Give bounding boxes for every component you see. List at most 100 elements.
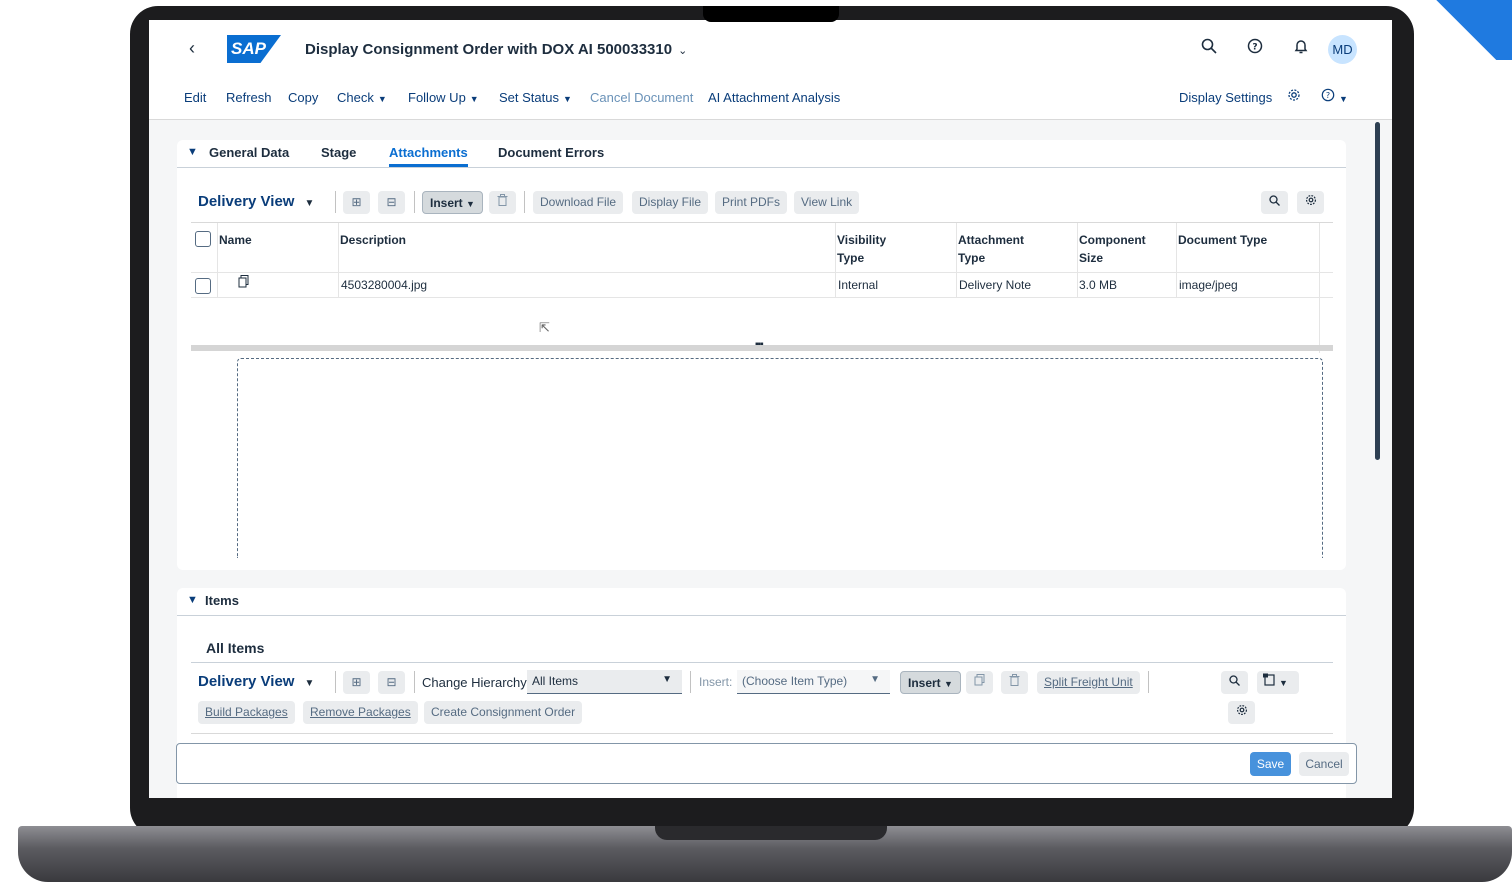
search-icon[interactable] — [1221, 671, 1248, 694]
collapse-all-icon[interactable]: ⊟ — [378, 671, 405, 694]
collapse-icon[interactable]: ▼ — [187, 146, 198, 158]
column-divider — [217, 223, 218, 297]
vertical-scrollbar[interactable] — [1375, 122, 1380, 460]
drag-handle-icon[interactable]: ▪▪▪ — [755, 339, 764, 350]
resize-splitter[interactable]: ▪▪▪ — [191, 339, 1333, 351]
collapse-all-icon[interactable]: ⊟ — [378, 191, 405, 214]
sap-logo[interactable]: SAP — [227, 35, 281, 63]
column-header-attachment-type[interactable]: Attachment Type — [958, 231, 1024, 267]
chevron-down-icon: ▼ — [377, 94, 387, 104]
settings-icon[interactable] — [1228, 701, 1255, 724]
chevron-down-icon: ▼ — [1279, 678, 1288, 688]
column-header-description[interactable]: Description — [340, 231, 406, 249]
toolbar-divider — [335, 671, 336, 693]
download-file-button[interactable]: Download File — [533, 191, 624, 214]
tab-document-errors[interactable]: Document Errors — [498, 145, 604, 160]
view-link-button[interactable]: View Link — [794, 191, 860, 214]
row-checkbox[interactable] — [195, 278, 211, 294]
header-line: Type — [958, 251, 986, 265]
column-divider — [1319, 223, 1320, 353]
chevron-down-icon: ▼ — [562, 94, 572, 104]
header-line: Type — [837, 251, 865, 265]
cancel-document-button[interactable]: Cancel Document — [590, 90, 693, 105]
toolbar-divider — [335, 191, 336, 213]
select-all-checkbox[interactable] — [195, 231, 211, 247]
chevron-down-icon: ▼ — [304, 198, 315, 209]
header-line: Component — [1079, 233, 1146, 247]
build-packages-button[interactable]: Build Packages — [198, 701, 295, 724]
ai-attachment-analysis-button[interactable]: AI Attachment Analysis — [708, 90, 840, 105]
attachments-section: ▼ General Data Stage Attachments Documen… — [177, 140, 1346, 570]
app-screen: ‹ SAP Display Consignment Order with DOX… — [149, 20, 1392, 798]
row-description[interactable]: 4503280004.jpg — [341, 278, 427, 292]
help-menu-icon[interactable]: ? ▼ — [1321, 88, 1348, 105]
column-divider — [338, 223, 339, 297]
toolbar-divider — [1148, 671, 1149, 693]
search-icon[interactable] — [1261, 191, 1288, 214]
row-divider — [191, 272, 1333, 273]
view-selector[interactable]: Delivery View ▼ — [198, 673, 314, 690]
chevron-down-icon: ▼ — [662, 674, 672, 685]
back-icon[interactable]: ‹ — [189, 38, 195, 59]
expand-all-icon[interactable]: ⊞ — [343, 191, 370, 214]
save-button[interactable]: Save — [1250, 752, 1291, 776]
help-icon[interactable]: ? — [1247, 38, 1263, 59]
avatar[interactable]: MD — [1328, 35, 1357, 64]
export-menu-icon[interactable]: ▼ — [1257, 671, 1299, 694]
svg-text:?: ? — [1326, 91, 1330, 100]
gear-icon[interactable] — [1287, 88, 1301, 105]
edit-button[interactable]: Edit — [184, 90, 206, 105]
column-header-name[interactable]: Name — [219, 231, 252, 249]
header-line: Attachment — [958, 233, 1025, 247]
row-visibility-type: Internal — [838, 278, 879, 292]
search-icon[interactable] — [1201, 38, 1217, 59]
view-selector-label: Delivery View — [198, 193, 295, 210]
check-menu-button[interactable]: Check ▼ — [337, 90, 387, 105]
svg-text:?: ? — [1252, 43, 1257, 53]
column-divider — [1077, 223, 1078, 297]
follow-up-menu-button[interactable]: Follow Up ▼ — [408, 90, 479, 105]
app-title-text: Display Consignment Order with DOX AI 50… — [305, 41, 673, 58]
trash-icon[interactable] — [489, 191, 516, 214]
display-file-button[interactable]: Display File — [632, 191, 709, 214]
tab-stage[interactable]: Stage — [321, 145, 356, 160]
app-title[interactable]: Display Consignment Order with DOX AI 50… — [305, 41, 687, 58]
view-selector[interactable]: Delivery View ▼ — [198, 193, 314, 210]
copy-button[interactable]: Copy — [288, 90, 318, 105]
refresh-button[interactable]: Refresh — [226, 90, 272, 105]
column-header-component-size[interactable]: Component Size — [1079, 231, 1146, 267]
trash-icon[interactable] — [1001, 671, 1028, 694]
header-line: Size — [1079, 251, 1104, 265]
attachment-file-icon[interactable] — [238, 275, 250, 291]
chevron-down-icon: ▼ — [870, 674, 880, 685]
display-settings-button[interactable]: Display Settings — [1179, 90, 1272, 105]
set-status-menu-button[interactable]: Set Status ▼ — [499, 90, 572, 105]
section-tabs: ▼ General Data Stage Attachments Documen… — [177, 140, 1346, 168]
expand-all-icon[interactable]: ⊞ — [343, 671, 370, 694]
item-type-select[interactable]: (Choose Item Type) ▼ — [737, 670, 890, 694]
laptop-base-cutout — [655, 826, 887, 840]
split-freight-unit-button[interactable]: Split Freight Unit — [1037, 671, 1140, 694]
cancel-button[interactable]: Cancel — [1299, 752, 1349, 776]
bell-icon[interactable] — [1293, 38, 1309, 59]
header-line: Visibility — [837, 233, 887, 247]
insert-label: Insert: — [699, 675, 733, 689]
tab-general-data[interactable]: General Data — [209, 145, 289, 160]
items-subtitle: All Items — [206, 640, 265, 656]
insert-menu-button[interactable]: Insert ▼ — [422, 191, 483, 214]
remove-packages-button[interactable]: Remove Packages — [303, 701, 418, 724]
create-consignment-order-button[interactable]: Create Consignment Order — [424, 701, 583, 724]
toolbar-divider — [414, 191, 415, 213]
collapse-icon[interactable]: ▼ — [187, 594, 198, 606]
tab-attachments[interactable]: Attachments — [389, 145, 468, 167]
chevron-down-icon: ▼ — [466, 199, 475, 209]
copy-icon[interactable] — [966, 671, 993, 694]
file-drop-zone[interactable] — [237, 358, 1323, 558]
insert-menu-button[interactable]: Insert ▼ — [900, 671, 961, 694]
change-hierarchy-select[interactable]: All Items ▼ — [527, 670, 682, 694]
settings-icon[interactable] — [1297, 191, 1324, 214]
items-section-title[interactable]: Items — [205, 593, 239, 608]
column-header-document-type[interactable]: Document Type — [1178, 231, 1267, 249]
print-pdfs-button[interactable]: Print PDFs — [715, 191, 788, 214]
column-header-visibility-type[interactable]: Visibility Type — [837, 231, 886, 267]
